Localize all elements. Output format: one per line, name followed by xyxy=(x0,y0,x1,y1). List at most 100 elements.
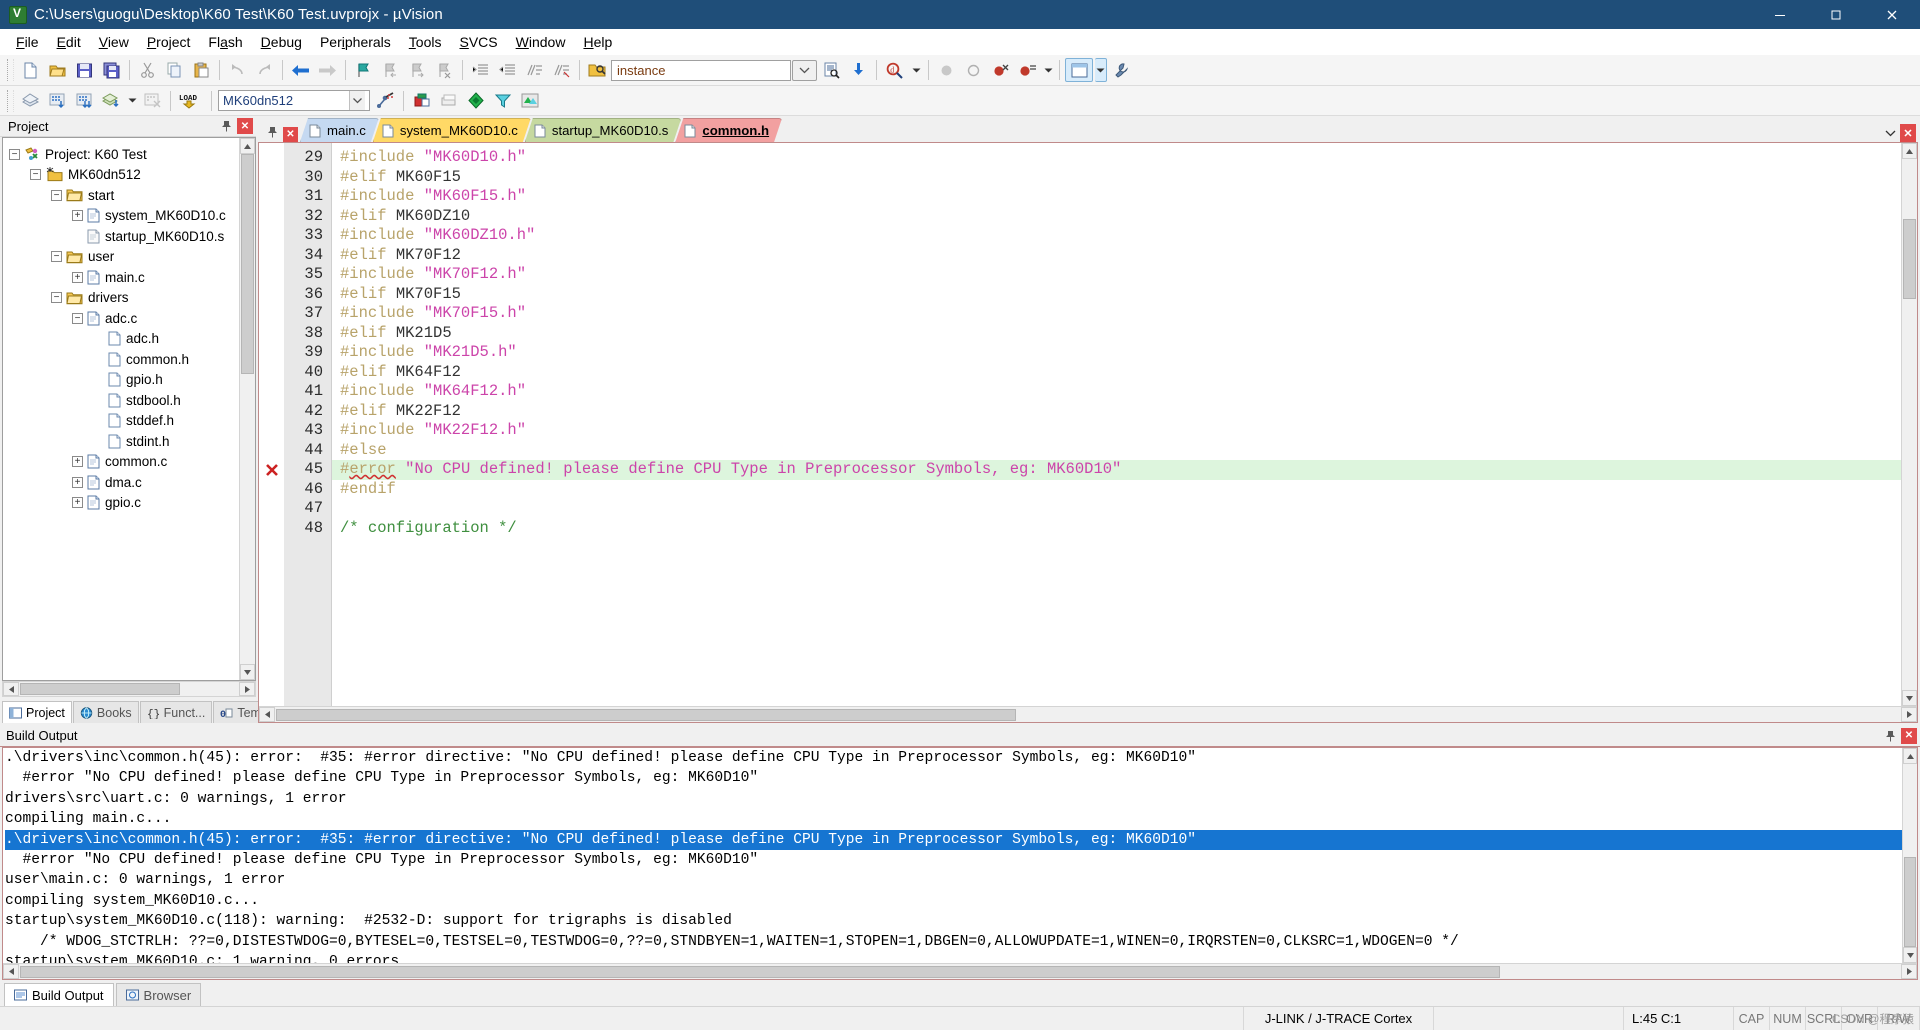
gutter-row[interactable] xyxy=(259,246,284,266)
outdent-icon[interactable] xyxy=(495,58,520,82)
scroll-up-arrow-icon[interactable] xyxy=(240,138,255,154)
build-output-line[interactable]: compiling system_MK60D10.c... xyxy=(5,891,1902,911)
breakpoint-icon[interactable] xyxy=(934,58,959,82)
code-line[interactable]: #else xyxy=(332,441,1901,461)
pin-icon[interactable] xyxy=(1882,728,1898,744)
menu-project[interactable]: Project xyxy=(138,31,200,53)
menu-help[interactable]: Help xyxy=(574,31,621,53)
expand-toggle-icon[interactable]: + xyxy=(72,456,83,468)
collapse-toggle-icon[interactable]: − xyxy=(9,148,20,160)
copy-icon[interactable] xyxy=(162,58,187,82)
component-green-icon[interactable] xyxy=(463,89,488,113)
gutter-row[interactable] xyxy=(259,285,284,305)
build-output-line[interactable]: #error "No CPU defined! please define CP… xyxy=(5,850,1902,870)
pack-installer-icon[interactable] xyxy=(517,89,542,113)
stop-build-icon[interactable] xyxy=(140,89,165,113)
save-all-icon[interactable] xyxy=(99,58,124,82)
collapse-toggle-icon[interactable]: − xyxy=(72,312,83,324)
scrollbar-thumb[interactable] xyxy=(1904,857,1916,947)
breakpoint-kill-all-icon[interactable] xyxy=(988,58,1013,82)
uncomment-icon[interactable] xyxy=(549,58,574,82)
bookmark-toggle-icon[interactable] xyxy=(351,58,376,82)
build-output-line[interactable]: startup\system_MK60D10.c(118): warning: … xyxy=(5,911,1902,931)
editor-tab-startupmk60d10s[interactable]: startup_MK60D10.s xyxy=(525,118,682,142)
code-line[interactable]: #elif MK70F15 xyxy=(332,285,1901,305)
build-output-line[interactable]: startup\system_MK60D10.c: 1 warning, 0 e… xyxy=(5,952,1902,963)
manage-project-items-icon[interactable] xyxy=(409,89,434,113)
gutter-row[interactable] xyxy=(259,343,284,363)
gutter-row[interactable] xyxy=(259,499,284,519)
build-output-vscrollbar[interactable] xyxy=(1902,748,1917,963)
close-icon[interactable]: ✕ xyxy=(1901,727,1917,744)
tree-item-stdint.h[interactable]: stdint.h xyxy=(3,431,239,452)
editor-panel-close-icon[interactable]: ✕ xyxy=(283,127,298,142)
tree-item-stddef.h[interactable]: stddef.h xyxy=(3,411,239,432)
build-output-line[interactable]: user\main.c: 0 warnings, 1 error xyxy=(5,870,1902,890)
build-output-hscrollbar[interactable] xyxy=(3,963,1917,979)
build-icon[interactable] xyxy=(45,89,70,113)
code-line[interactable]: #include "MK64F12.h" xyxy=(332,382,1901,402)
build-output-text[interactable]: .\drivers\inc\common.h(45): error: #35: … xyxy=(3,748,1902,963)
load-icon[interactable]: LOAD xyxy=(176,89,206,113)
batch-build-arrow-icon[interactable] xyxy=(126,89,138,113)
rebuild-icon[interactable] xyxy=(72,89,97,113)
code-line[interactable]: #elif MK60DZ10 xyxy=(332,207,1901,227)
collapse-toggle-icon[interactable]: − xyxy=(51,292,62,304)
hscroll-track[interactable] xyxy=(19,682,239,696)
window-layout-icon[interactable] xyxy=(1065,58,1093,82)
configure-icon[interactable] xyxy=(1109,58,1134,82)
editor-pin-icon[interactable] xyxy=(264,122,281,142)
tree-item-gpio.c[interactable]: + gpio.c xyxy=(3,493,239,514)
gutter-row[interactable] xyxy=(259,324,284,344)
browse-symbols-icon[interactable] xyxy=(819,58,844,82)
scroll-up-arrow-icon[interactable] xyxy=(1902,143,1917,159)
code-line[interactable]: #include "MK60F15.h" xyxy=(332,187,1901,207)
code-line[interactable]: /* configuration */ xyxy=(332,519,1901,539)
chevron-down-icon[interactable] xyxy=(349,91,365,110)
cut-icon[interactable] xyxy=(135,58,160,82)
scroll-down-arrow-icon[interactable] xyxy=(1902,690,1917,706)
tree-item-system-mk60d10.c[interactable]: + system_MK60D10.c xyxy=(3,206,239,227)
find-in-files-icon[interactable] xyxy=(585,58,610,82)
scroll-left-arrow-icon[interactable] xyxy=(3,682,19,696)
scrollbar-thumb-h[interactable] xyxy=(276,708,1016,721)
menu-peripherals[interactable]: Peripherals xyxy=(311,31,400,53)
scroll-right-arrow-icon[interactable] xyxy=(1901,964,1917,979)
tree-item-stdbool.h[interactable]: stdbool.h xyxy=(3,390,239,411)
gutter-row[interactable] xyxy=(259,168,284,188)
tree-item-main.c[interactable]: + main.c xyxy=(3,267,239,288)
expand-toggle-icon[interactable]: + xyxy=(72,210,83,222)
gutter-row[interactable] xyxy=(259,187,284,207)
build-output-line[interactable]: drivers\src\uart.c: 0 warnings, 1 error xyxy=(5,789,1902,809)
build-output-line[interactable]: compiling main.c... xyxy=(5,809,1902,829)
code-line[interactable]: #elif MK64F12 xyxy=(332,363,1901,383)
indent-icon[interactable] xyxy=(468,58,493,82)
breakpoint-gutter[interactable] xyxy=(259,143,284,706)
menu-tools[interactable]: Tools xyxy=(400,31,451,53)
tree-item-startup-mk60d10.s[interactable]: startup_MK60D10.s xyxy=(3,226,239,247)
expand-toggle-icon[interactable]: + xyxy=(72,497,83,509)
build-output-line-selected[interactable]: .\drivers\inc\common.h(45): error: #35: … xyxy=(5,829,1902,850)
code-line[interactable]: #include "MK22F12.h" xyxy=(332,421,1901,441)
gutter-row[interactable] xyxy=(259,441,284,461)
code-line[interactable]: #elif MK22F12 xyxy=(332,402,1901,422)
gutter-row[interactable] xyxy=(259,148,284,168)
comment-icon[interactable] xyxy=(522,58,547,82)
gutter-row[interactable] xyxy=(259,226,284,246)
tree-item-user[interactable]: − user xyxy=(3,247,239,268)
tree-item-project--k60-test[interactable]: − Project: K60 Test xyxy=(3,144,239,165)
collapse-toggle-icon[interactable]: − xyxy=(51,189,62,201)
breakpoint-disable-all-icon[interactable] xyxy=(1015,58,1040,82)
bookmark-prev-icon[interactable] xyxy=(378,58,403,82)
gutter-row[interactable] xyxy=(259,402,284,422)
download-icon[interactable] xyxy=(846,58,871,82)
menu-edit[interactable]: Edit xyxy=(48,31,90,53)
build-tab-buildoutput[interactable]: Build Output xyxy=(4,983,114,1006)
build-output-line[interactable]: .\drivers\inc\common.h(45): error: #35: … xyxy=(5,748,1902,768)
scrollbar-thumb[interactable] xyxy=(1903,219,1916,299)
scroll-down-arrow-icon[interactable] xyxy=(1903,947,1917,963)
hscroll-track[interactable] xyxy=(275,707,1901,722)
redo-icon[interactable] xyxy=(252,58,277,82)
tree-item-drivers[interactable]: − drivers xyxy=(3,288,239,309)
tab-close-icon[interactable]: ✕ xyxy=(1900,124,1916,142)
